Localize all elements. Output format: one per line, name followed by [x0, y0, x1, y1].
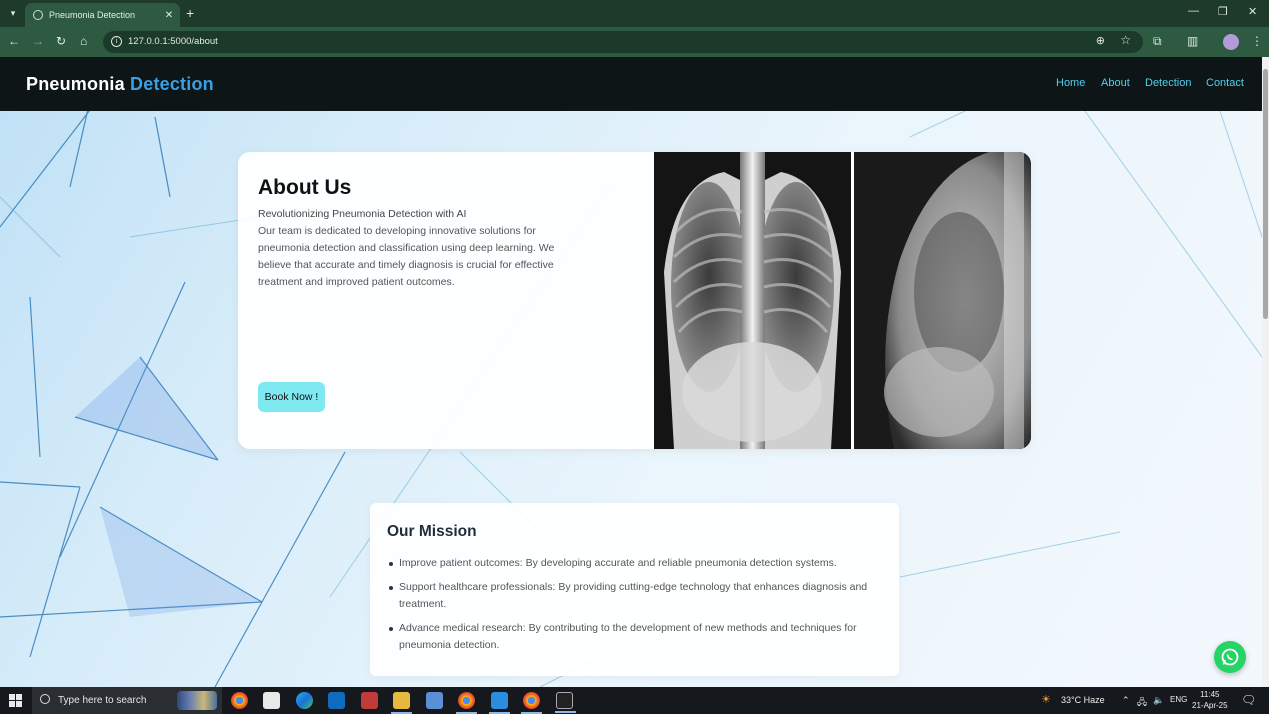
chest-xray-lateral-image — [854, 152, 1031, 449]
whatsapp-chat-button[interactable] — [1214, 641, 1246, 673]
about-title: About Us — [258, 176, 352, 199]
home-icon[interactable]: ⌂ — [80, 34, 87, 48]
minimize-button[interactable]: — — [1188, 5, 1199, 17]
edge-icon[interactable] — [296, 692, 313, 709]
zoom-icon[interactable]: ⊕ — [1096, 34, 1105, 47]
brand-accent: Detection — [130, 74, 214, 94]
weather-text[interactable]: 33°C Haze — [1061, 695, 1105, 705]
side-panel-icon[interactable]: ▥ — [1187, 34, 1198, 48]
nav-link-contact[interactable]: Contact — [1206, 77, 1244, 89]
profile-avatar[interactable] — [1223, 34, 1239, 50]
site-info-icon[interactable]: i — [111, 36, 122, 47]
book-now-button[interactable]: Book Now ! — [258, 382, 325, 412]
search-highlight-image — [177, 691, 217, 710]
new-tab-button[interactable]: + — [186, 5, 194, 21]
file-explorer-icon[interactable] — [391, 692, 412, 714]
about-subtitle: Revolutionizing Pneumonia Detection with… — [258, 208, 467, 220]
tab-search-button[interactable]: ▾ — [4, 5, 22, 22]
page-scrollbar[interactable] — [1262, 57, 1269, 687]
nav-link-detection[interactable]: Detection — [1145, 77, 1191, 89]
whatsapp-icon — [1221, 648, 1239, 666]
app-icon[interactable] — [426, 692, 443, 709]
mission-list: Improve patient outcomes: By developing … — [389, 555, 879, 661]
app-icon[interactable] — [361, 692, 378, 709]
nav-link-home[interactable]: Home — [1056, 77, 1085, 89]
search-placeholder: Type here to search — [58, 695, 147, 706]
volume-icon[interactable]: 🔈 — [1153, 695, 1164, 706]
url-text[interactable]: 127.0.0.1:5000/about — [128, 36, 218, 47]
chest-xray-frontal-image — [654, 152, 851, 449]
clock-date: 21-Apr-25 — [1192, 701, 1228, 710]
extensions-icon[interactable]: ⧉ — [1153, 34, 1162, 49]
tab-title: Pneumonia Detection — [49, 10, 136, 20]
notifications-icon[interactable]: 🗨 — [1241, 693, 1256, 707]
tray-expand-icon[interactable]: ⌃ — [1122, 695, 1130, 706]
mission-card: Our Mission Improve patient outcomes: By… — [370, 503, 899, 676]
clock-time: 11:45 — [1200, 690, 1220, 699]
page-viewport: Pneumonia Detection Home About Detection… — [0, 57, 1269, 687]
network-icon[interactable]: 🖧 — [1137, 695, 1147, 711]
menu-kebab-icon[interactable]: ⋮ — [1251, 34, 1263, 48]
mission-item: Advance medical research: By contributin… — [389, 620, 879, 654]
nav-link-about[interactable]: About — [1101, 77, 1130, 89]
site-header: Pneumonia Detection Home About Detection… — [0, 57, 1262, 111]
globe-icon — [33, 10, 43, 20]
vscode-icon[interactable] — [489, 692, 510, 714]
browser-tab[interactable]: Pneumonia Detection ✕ — [25, 3, 180, 27]
about-card: About Us Revolutionizing Pneumonia Detec… — [238, 152, 1031, 449]
brand-name: Pneumonia — [26, 74, 125, 94]
search-icon — [40, 694, 50, 704]
mission-item: Improve patient outcomes: By developing … — [389, 555, 879, 572]
back-icon[interactable]: ← — [8, 34, 20, 48]
maximize-button[interactable]: ❐ — [1218, 5, 1228, 18]
about-description: Our team is dedicated to developing inno… — [258, 225, 555, 288]
chrome-profile-icon[interactable] — [456, 692, 477, 714]
windows-start-icon[interactable] — [9, 694, 22, 707]
reload-icon[interactable]: ↻ — [56, 34, 66, 48]
language-indicator[interactable]: ENG — [1170, 695, 1187, 704]
bookmark-star-icon[interactable]: ☆ — [1120, 33, 1131, 47]
address-bar[interactable]: i 127.0.0.1:5000/about ⊕ ☆ — [103, 31, 1143, 53]
mission-item: Support healthcare professionals: By pro… — [389, 579, 879, 613]
mission-title: Our Mission — [387, 523, 477, 540]
taskbar-clock[interactable]: 11:45 21-Apr-25 — [1192, 689, 1228, 711]
forward-icon[interactable]: → — [32, 34, 44, 48]
weather-icon: ☀ — [1041, 694, 1051, 706]
store-icon[interactable] — [263, 692, 280, 709]
windows-taskbar: Type here to search ☀ 33°C Haze ⌃ 🖧 🔈 EN… — [0, 687, 1269, 714]
terminal-icon[interactable] — [555, 692, 576, 713]
browser-tabstrip: ▾ Pneumonia Detection ✕ + — ❐ ✕ — [0, 0, 1269, 27]
close-window-button[interactable]: ✕ — [1248, 5, 1257, 18]
chrome-icon[interactable] — [231, 692, 248, 709]
outlook-icon[interactable] — [328, 692, 345, 709]
scrollbar-thumb[interactable] — [1263, 69, 1268, 319]
taskbar-search-box[interactable]: Type here to search — [32, 687, 222, 714]
tab-close-button[interactable]: ✕ — [162, 10, 176, 21]
brand-logo[interactable]: Pneumonia Detection — [26, 74, 214, 95]
chrome-profile-icon[interactable] — [521, 692, 542, 714]
